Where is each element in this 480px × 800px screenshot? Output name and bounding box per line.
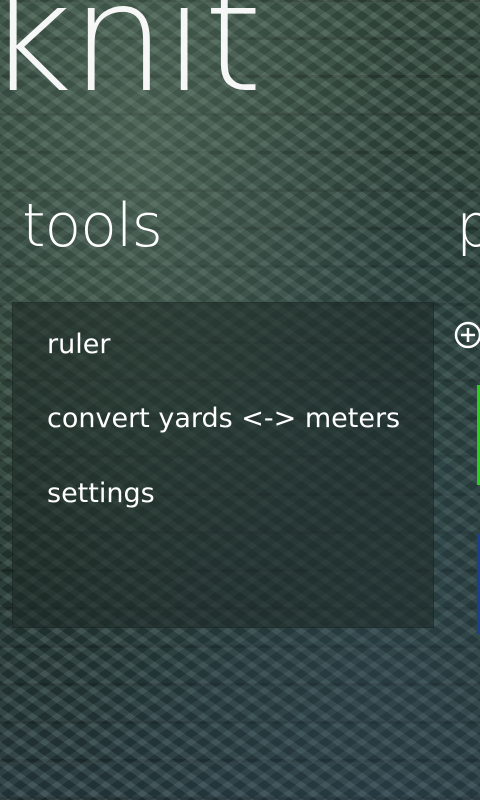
app-title: knit	[0, 0, 262, 126]
menu-item-convert-yards-meters[interactable]: convert yards <-> meters	[47, 405, 400, 432]
next-section-title[interactable]: p	[456, 196, 480, 256]
tools-section-title[interactable]: tools	[22, 196, 163, 256]
menu-item-ruler[interactable]: ruler	[47, 331, 110, 358]
add-circle-icon[interactable]	[454, 320, 480, 350]
menu-item-settings[interactable]: settings	[47, 480, 155, 507]
tools-menu-panel: ruler convert yards <-> meters settings	[12, 302, 434, 628]
